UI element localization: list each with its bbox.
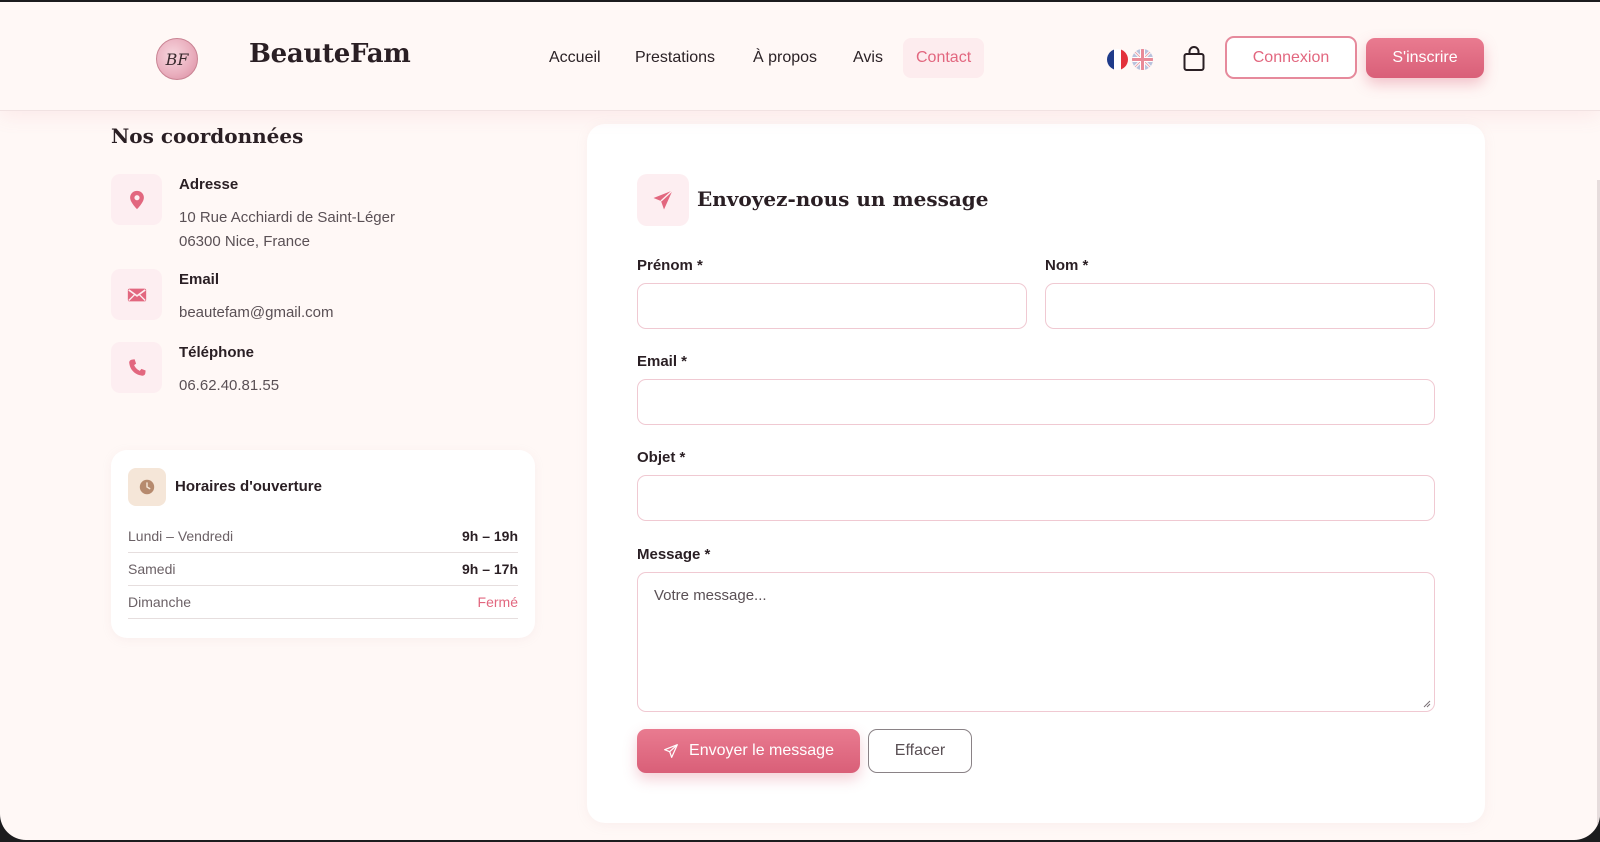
contact-section-title: Nos coordonnées — [111, 124, 304, 148]
logo-monogram: BF — [165, 49, 189, 69]
phone-value[interactable]: 06.62.40.81.55 — [179, 377, 279, 394]
firstname-field[interactable] — [637, 283, 1027, 329]
nav-a-propos[interactable]: À propos — [753, 38, 817, 78]
login-button[interactable]: Connexion — [1225, 36, 1357, 79]
resize-handle-icon[interactable] — [1421, 698, 1431, 708]
address-line-1: 10 Rue Acchiardi de Saint-Léger — [179, 209, 395, 226]
send-message-label: Envoyer le message — [689, 742, 834, 759]
shopping-bag-icon[interactable] — [1182, 46, 1206, 72]
form-title: Envoyez-nous un message — [697, 187, 989, 211]
opening-hours-title: Horaires d'ouverture — [175, 478, 322, 495]
french-flag-icon[interactable] — [1107, 49, 1128, 70]
hours-time-closed: Fermé — [477, 594, 518, 610]
address-label: Adresse — [179, 176, 239, 193]
hours-day: Samedi — [128, 561, 176, 577]
clock-icon — [128, 468, 166, 506]
nav-contact[interactable]: Contact — [903, 38, 985, 78]
phone-icon — [111, 342, 162, 393]
email-value[interactable]: beautefam@gmail.com — [179, 304, 333, 321]
hours-time: 9h – 19h — [461, 528, 518, 544]
envelope-icon — [111, 269, 162, 320]
subject-field[interactable] — [637, 475, 1435, 521]
hours-row: Dimanche Fermé — [128, 586, 518, 619]
message-label: Message * — [637, 546, 711, 563]
nav-accueil[interactable]: Accueil — [549, 38, 601, 78]
paper-plane-icon — [637, 174, 689, 226]
hours-row: Samedi 9h – 17h — [128, 553, 518, 586]
nav-avis[interactable]: Avis — [853, 38, 883, 78]
send-message-button[interactable]: Envoyer le message — [637, 729, 860, 773]
message-textarea[interactable] — [637, 572, 1435, 712]
nav-prestations[interactable]: Prestations — [635, 38, 715, 78]
map-pin-icon — [111, 174, 162, 225]
phone-label: Téléphone — [179, 344, 255, 361]
hours-day: Dimanche — [128, 594, 192, 610]
address-line-2: 06300 Nice, France — [179, 233, 310, 250]
lastname-label: Nom * — [1045, 257, 1089, 274]
contact-form-card: Envoyez-nous un message Prénom * Nom * E… — [587, 124, 1485, 823]
send-icon — [664, 744, 678, 758]
opening-hours-card: Horaires d'ouverture Lundi – Vendredi 9h… — [111, 450, 535, 638]
hours-time: 9h – 17h — [461, 561, 518, 577]
signup-button[interactable]: S'inscrire — [1366, 38, 1484, 78]
logo[interactable]: BF — [156, 38, 198, 80]
page-frame: BF BeauteFam Accueil Prestations À propo… — [0, 2, 1600, 840]
email-field[interactable] — [637, 379, 1435, 425]
firstname-label: Prénom * — [637, 257, 703, 274]
email-label: Email — [179, 271, 220, 288]
clear-button[interactable]: Effacer — [868, 729, 972, 773]
site-header: BF BeauteFam Accueil Prestations À propo… — [0, 2, 1600, 111]
lastname-field[interactable] — [1045, 283, 1435, 329]
hours-row: Lundi – Vendredi 9h – 19h — [128, 520, 518, 553]
hours-day: Lundi – Vendredi — [128, 528, 234, 544]
uk-flag-icon[interactable] — [1132, 49, 1153, 70]
language-switcher — [1107, 49, 1157, 71]
subject-label: Objet * — [637, 449, 686, 466]
brand-name[interactable]: BeauteFam — [249, 39, 411, 69]
email-label: Email * — [637, 353, 688, 370]
